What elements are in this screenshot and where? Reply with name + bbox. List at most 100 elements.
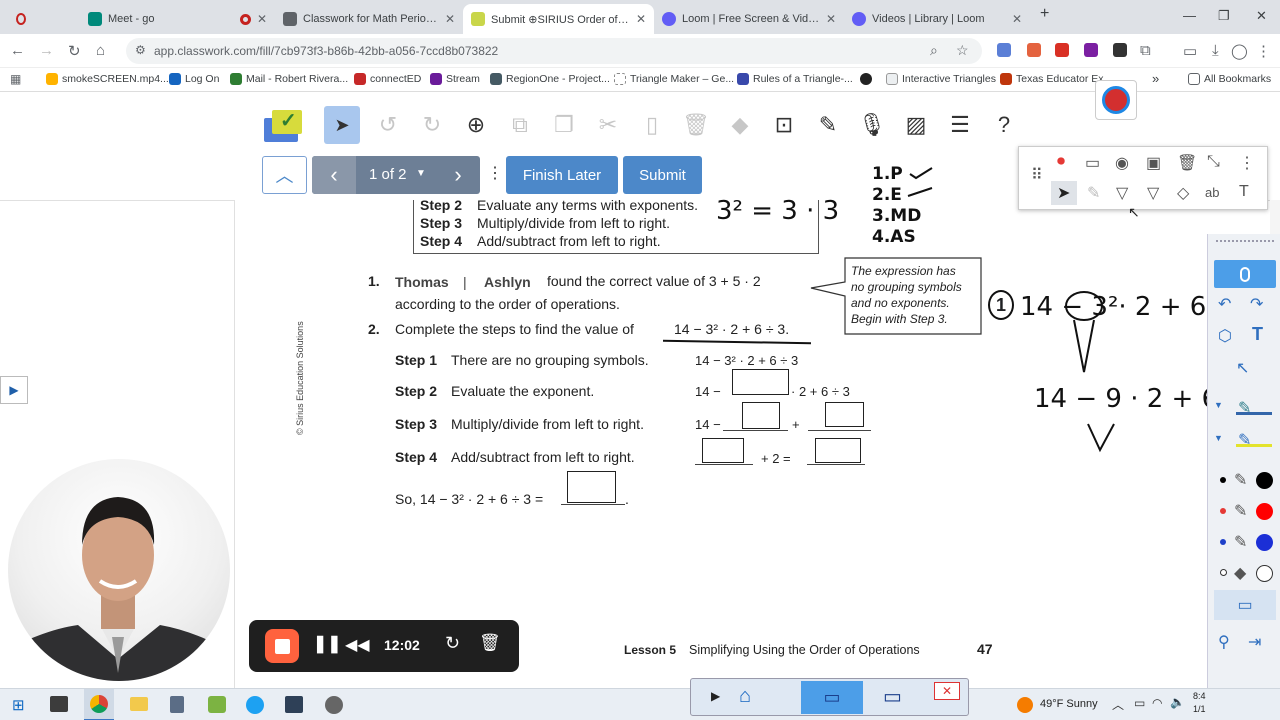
answer-box[interactable] (815, 438, 861, 463)
download-icon[interactable]: ⤓ (1212, 42, 1219, 59)
forward-icon[interactable]: → (39, 42, 54, 59)
volume-icon[interactable]: 🔈 (1170, 695, 1185, 709)
record-audio-button[interactable]: 🎙 (854, 106, 890, 144)
page-indicator[interactable]: 1 of 2 (369, 166, 407, 183)
bookmark-item[interactable]: Triangle Maker – Ge... (614, 73, 734, 85)
app-icon[interactable] (285, 696, 303, 713)
highlighter-yellow-icon[interactable]: ✎ (1238, 430, 1251, 450)
tab-loom[interactable]: Loom | Free Screen & Video Re ✕ (654, 4, 844, 34)
stop-recording-button[interactable] (265, 629, 299, 663)
network-icon[interactable]: ▭ (1134, 696, 1145, 710)
bookmark-item[interactable]: connectED (354, 73, 421, 85)
zoom-in-button[interactable]: ⊕ (458, 106, 494, 144)
color-red-swatch[interactable] (1256, 503, 1273, 520)
browser-menu-icon[interactable]: ⋮ (1256, 42, 1271, 60)
collapse-button[interactable]: ︿ (262, 156, 307, 194)
all-bookmarks-button[interactable]: All Bookmarks (1188, 73, 1271, 85)
more-options-button[interactable]: ⋮ (487, 163, 503, 183)
answer-box[interactable] (742, 402, 780, 429)
redo-button[interactable]: ↻ (414, 106, 450, 144)
app-icon[interactable] (325, 696, 343, 714)
trash-icon[interactable]: 🗑 (479, 633, 501, 653)
exit-icon[interactable]: ⇥ (1248, 632, 1261, 652)
play-icon[interactable]: ▶ (711, 689, 720, 703)
fill-icon[interactable]: ◆ (1234, 563, 1246, 583)
bookmark-item[interactable]: Stream (430, 73, 480, 85)
close-tab-icon[interactable]: ✕ (1012, 12, 1022, 26)
restore-icon[interactable]: ❐ (1218, 8, 1230, 24)
undo-button[interactable]: ↺ (370, 106, 406, 144)
next-page-button[interactable]: › (436, 156, 480, 194)
marker-icon[interactable]: ▽ (1147, 183, 1159, 203)
tray-chevron-icon[interactable]: ︿ (1112, 696, 1124, 713)
undo-icon[interactable]: ↶ (1218, 294, 1231, 314)
calculator-icon[interactable] (170, 696, 184, 713)
extension-icon[interactable] (1027, 43, 1041, 57)
delete-button[interactable]: 🗑 (678, 106, 714, 144)
pen-size-dot[interactable] (1220, 539, 1226, 545)
help-button[interactable]: ? (986, 106, 1022, 144)
crop-button[interactable]: ⊡ (766, 106, 802, 144)
tab-classroom[interactable]: Classwork for Math Period 1 ✕ (275, 4, 463, 34)
bookmark-item[interactable] (860, 73, 872, 85)
tab-search-icon[interactable] (8, 4, 34, 34)
highlighter-icon[interactable]: ▽ (1116, 183, 1128, 203)
color-black-swatch[interactable] (1256, 472, 1273, 489)
screenshot-button[interactable]: ▭ (1214, 590, 1276, 620)
screen-icon[interactable]: ▭ (1085, 153, 1100, 173)
pen-black-icon[interactable]: ✎ (1234, 470, 1247, 490)
pen-icon[interactable]: ✎ (1087, 183, 1100, 203)
insert-image-button[interactable]: ▨ (898, 106, 934, 144)
trash-icon[interactable]: 🗑 (1177, 153, 1197, 173)
paste-button[interactable]: ▯ (634, 106, 670, 144)
redo-icon[interactable]: ↷ (1250, 294, 1263, 314)
pen-size-dot[interactable] (1220, 569, 1227, 576)
bookmark-item[interactable]: Rules of a Triangle-... (737, 73, 853, 85)
file-explorer-icon[interactable] (130, 697, 148, 711)
close-tab-icon[interactable]: ✕ (636, 12, 646, 26)
home-icon[interactable]: ⌂ (739, 685, 751, 708)
drag-handle-icon[interactable]: ⠿ (1031, 165, 1043, 185)
back-icon[interactable]: ← (10, 42, 25, 59)
extensions-puzzle-icon[interactable]: ⧉ (1140, 42, 1151, 59)
minimize-icon[interactable]: — (1183, 8, 1196, 23)
pen-size-dot[interactable] (1220, 508, 1226, 514)
bookmark-item[interactable]: smokeSCREEN.mp4... (46, 73, 169, 85)
home-icon[interactable]: ⌂ (96, 42, 105, 59)
extension-icon[interactable] (1113, 43, 1127, 57)
select-arrow-icon[interactable]: ↖ (1236, 358, 1249, 378)
app-icon[interactable] (208, 696, 226, 713)
dropdown-icon[interactable]: ▼ (1214, 433, 1223, 443)
close-tab-icon[interactable]: ✕ (445, 12, 455, 26)
highlighter-blue-icon[interactable]: ✎ (1238, 398, 1251, 418)
pen-blue-icon[interactable]: ✎ (1234, 532, 1247, 552)
save-icon[interactable]: ▣ (1146, 153, 1161, 173)
cast-icon[interactable]: ▭ (1183, 42, 1197, 60)
shapes-icon[interactable]: ⬡ (1218, 326, 1232, 346)
restart-icon[interactable]: ↻ (445, 633, 460, 654)
window-icon[interactable]: ▭ (883, 684, 902, 709)
close-tab-icon[interactable]: ✕ (257, 12, 267, 26)
weather-text[interactable]: 49°F Sunny (1040, 698, 1098, 710)
drag-handle-icon[interactable] (1216, 240, 1274, 250)
pen-tool-button[interactable]: ✎ (810, 106, 846, 144)
tab-submit-active[interactable]: Submit ⊕SIRIUS Order of Ope ✕ (463, 4, 654, 34)
close-window-icon[interactable]: ✕ (1256, 8, 1267, 24)
edge-icon[interactable] (246, 696, 264, 714)
notes-button[interactable]: ☰ (942, 106, 978, 144)
pin-icon[interactable]: ⚲ (1218, 632, 1230, 652)
close-dock-button[interactable]: ✕ (934, 682, 960, 700)
extension-icon[interactable] (1084, 43, 1098, 57)
final-answer-box[interactable] (567, 471, 616, 503)
color-blue-swatch[interactable] (1256, 534, 1273, 551)
bookmark-item[interactable]: Interactive Triangles (886, 73, 996, 85)
screen-share-button[interactable]: ▭ (801, 681, 863, 714)
cut-button[interactable]: ✂ (590, 106, 626, 144)
wifi-icon[interactable]: ◠ (1152, 696, 1162, 710)
store-icon[interactable] (50, 696, 68, 712)
site-info-icon[interactable]: ⚙ (135, 43, 146, 57)
eraser-button[interactable]: ◆ (722, 106, 758, 144)
dropdown-icon[interactable]: ▼ (1214, 400, 1223, 410)
bookmark-item[interactable]: Log On (169, 73, 219, 85)
answer-box[interactable] (825, 402, 864, 427)
